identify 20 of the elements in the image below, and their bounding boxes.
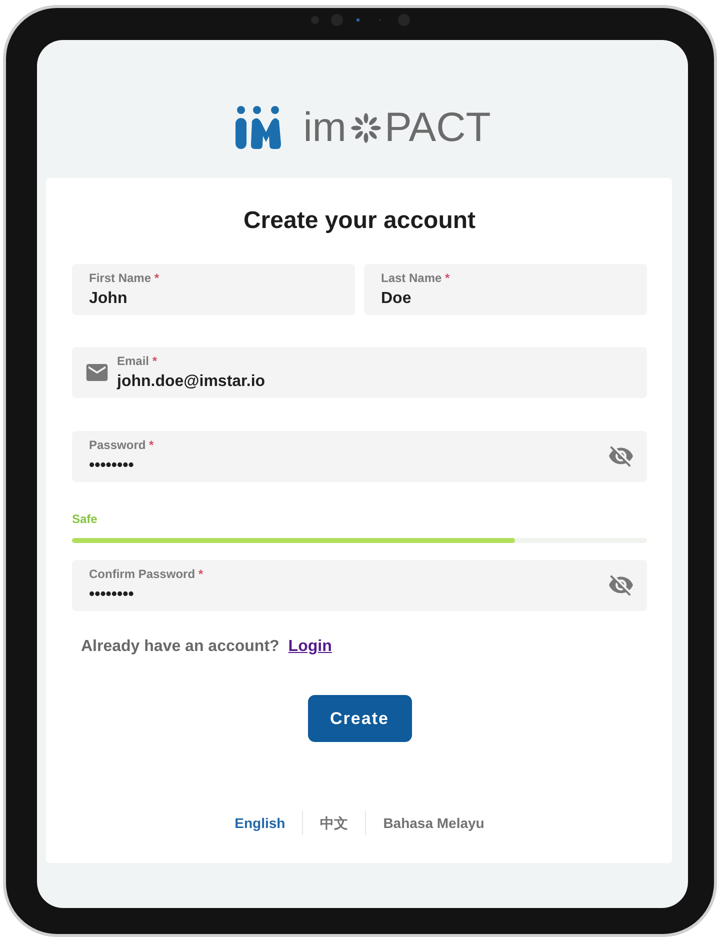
logo-wordmark-text: im xyxy=(303,105,346,150)
logo-wordmark-text: PACT xyxy=(384,105,491,150)
password-field[interactable]: Password * •••••••• xyxy=(72,431,647,482)
envelope-icon xyxy=(86,364,108,381)
language-option[interactable]: 中文 xyxy=(303,813,366,833)
eye-slash-icon[interactable] xyxy=(609,446,633,467)
language-option[interactable]: Bahasa Melayu xyxy=(366,813,502,833)
people-logo-icon xyxy=(234,106,282,149)
page-title: Create your account xyxy=(242,206,477,236)
password-strength-text: Safe xyxy=(72,512,98,526)
create-button[interactable]: Create xyxy=(308,695,412,742)
asterisk-icon xyxy=(351,112,382,142)
login-link[interactable]: Login xyxy=(288,637,332,657)
text-field[interactable]: First Name * John xyxy=(72,264,355,315)
password-field[interactable]: Confirm Password * •••••••• xyxy=(72,560,647,611)
text-field[interactable]: Last Name * Doe xyxy=(364,264,647,315)
eye-slash-icon[interactable] xyxy=(609,575,633,596)
language-option[interactable]: English xyxy=(218,813,302,833)
login-prompt-text: Already have an account? xyxy=(81,637,280,657)
email-field[interactable]: Email * john.doe@imstar.io xyxy=(72,347,647,398)
